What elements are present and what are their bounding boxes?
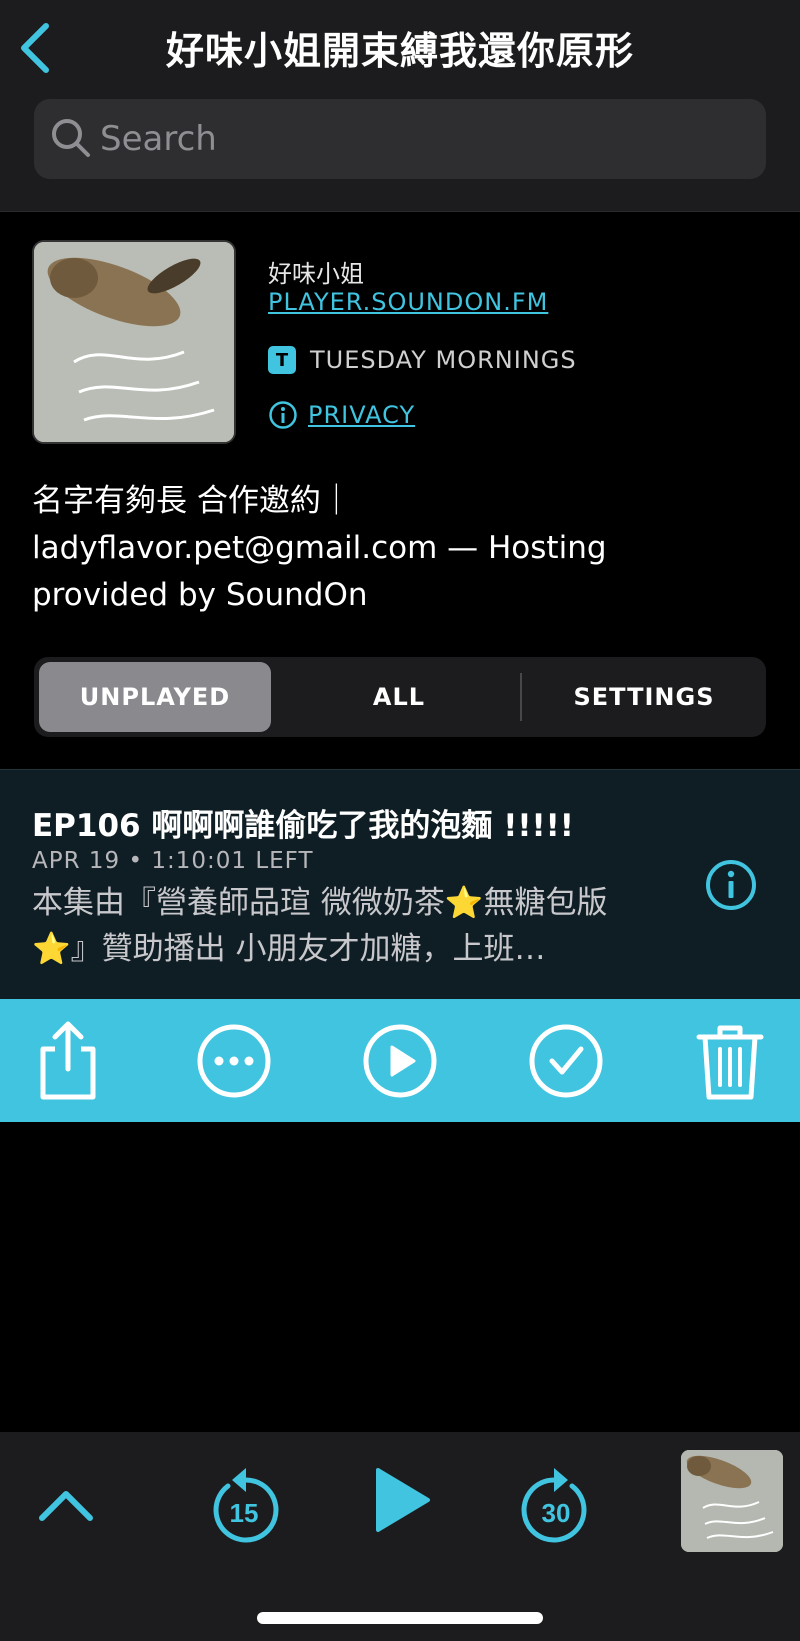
skip-forward-label: 30 bbox=[542, 1498, 571, 1528]
now-playing-artwork[interactable] bbox=[681, 1450, 783, 1552]
skip-forward-button[interactable]: 30 bbox=[518, 1462, 594, 1546]
website-link[interactable]: PLAYER.SOUNDON.FM bbox=[268, 288, 548, 316]
privacy-row[interactable]: PRIVACY bbox=[268, 400, 415, 430]
tab-settings[interactable]: SETTINGS bbox=[526, 662, 762, 732]
schedule-badge-icon: T bbox=[268, 346, 296, 374]
mark-played-button[interactable] bbox=[524, 1019, 608, 1103]
navigation-header: 好味小姐開束縛我還你原形 bbox=[0, 0, 800, 212]
schedule-text: TUESDAY MORNINGS bbox=[310, 346, 577, 374]
more-button[interactable] bbox=[192, 1019, 276, 1103]
cat-artwork-image bbox=[681, 1450, 783, 1552]
share-button[interactable] bbox=[26, 1019, 110, 1103]
mark-played-icon bbox=[529, 1024, 603, 1098]
skip-forward-30-icon: 30 bbox=[521, 1468, 587, 1543]
search-icon bbox=[52, 119, 90, 157]
expand-player-button[interactable] bbox=[36, 1486, 96, 1526]
chevron-up-icon bbox=[39, 1491, 93, 1521]
episode-meta: APR 19 • 1:10:01 LEFT bbox=[32, 848, 314, 874]
episode-filter-tabs: UNPLAYED ALL SETTINGS bbox=[34, 657, 766, 737]
episode-info-button[interactable] bbox=[704, 858, 758, 916]
tab-divider bbox=[520, 673, 522, 721]
play-icon bbox=[376, 1468, 430, 1532]
page-title: 好味小姐開束縛我還你原形 bbox=[165, 29, 634, 73]
episode-row[interactable]: EP106 啊啊啊誰偷吃了我的泡麵 !!!!! APR 19 • 1:10:01… bbox=[0, 769, 800, 999]
home-indicator[interactable] bbox=[257, 1612, 543, 1624]
podcast-description: 名字有夠長 合作邀約｜ladyflavor.pet@gmail.com — Ho… bbox=[32, 483, 607, 613]
skip-back-15-icon: 15 bbox=[213, 1468, 279, 1543]
trash-icon bbox=[696, 1025, 764, 1100]
chevron-left-icon bbox=[21, 23, 49, 73]
cat-artwork-image bbox=[34, 242, 234, 442]
more-icon bbox=[197, 1024, 271, 1098]
info-icon bbox=[706, 860, 756, 910]
tab-all[interactable]: ALL bbox=[284, 662, 514, 732]
podcast-meta: 好味小姐 PLAYER.SOUNDON.FM T TUESDAY MORNING… bbox=[268, 254, 576, 429]
share-icon bbox=[40, 1021, 96, 1100]
play-icon bbox=[363, 1024, 437, 1098]
search-bar[interactable] bbox=[34, 99, 766, 179]
episode-description: 本集由『營養師品瑄 微微奶茶⭐️無糖包版⭐️』贊助播出 小朋友才加糖，上班… bbox=[32, 885, 608, 967]
podcast-artwork bbox=[32, 240, 236, 444]
episode-action-bar bbox=[0, 999, 800, 1122]
play-button[interactable] bbox=[368, 1462, 436, 1538]
search-input[interactable] bbox=[100, 99, 740, 179]
podcast-author: 好味小姐 bbox=[268, 260, 364, 288]
back-button[interactable] bbox=[16, 22, 56, 74]
tab-unplayed[interactable]: UNPLAYED bbox=[39, 662, 271, 732]
episode-title: EP106 啊啊啊誰偷吃了我的泡麵 !!!!! bbox=[32, 808, 574, 844]
privacy-link[interactable]: PRIVACY bbox=[308, 401, 415, 429]
delete-button[interactable] bbox=[688, 1019, 772, 1103]
skip-back-label: 15 bbox=[230, 1498, 259, 1528]
info-icon bbox=[269, 401, 297, 429]
play-episode-button[interactable] bbox=[358, 1019, 442, 1103]
schedule-row: T TUESDAY MORNINGS bbox=[268, 346, 577, 374]
skip-back-button[interactable]: 15 bbox=[206, 1462, 282, 1546]
